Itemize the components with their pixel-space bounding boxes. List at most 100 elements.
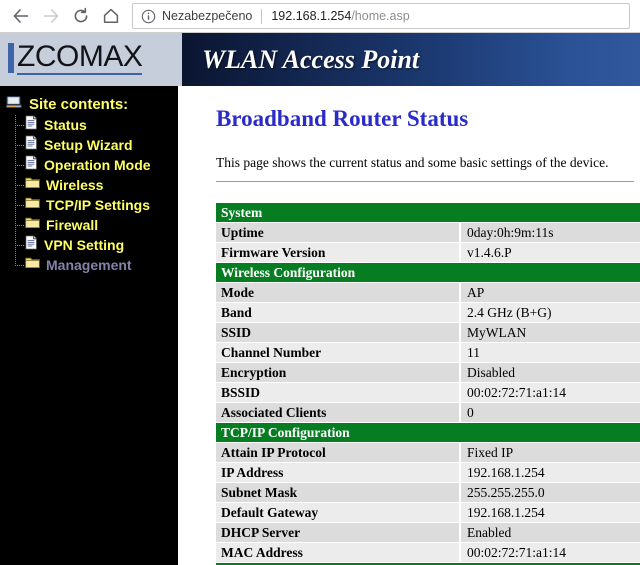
back-button[interactable] bbox=[6, 2, 36, 30]
url-path: /home.asp bbox=[351, 9, 410, 23]
row-value: AP bbox=[461, 283, 640, 303]
row-value: v1.4.6.P bbox=[461, 243, 640, 263]
row-value: Disabled bbox=[461, 363, 640, 383]
sidebar-item-label: VPN Setting bbox=[44, 237, 125, 253]
table-row: MAC Address 00:02:72:71:a1:14 bbox=[216, 543, 640, 563]
table-row: Band 2.4 GHz (B+G) bbox=[216, 303, 640, 323]
tree-elbow-line bbox=[15, 145, 24, 146]
row-value: 192.168.1.254 bbox=[461, 463, 640, 483]
row-value: 00:02:72:71:a1:14 bbox=[461, 543, 640, 563]
section-filler bbox=[461, 203, 640, 223]
row-value: 192.168.1.254 bbox=[461, 503, 640, 523]
table-row: DHCP Server Enabled bbox=[216, 523, 640, 543]
sidebar-item-firewall[interactable]: Firewall bbox=[0, 215, 178, 235]
table-row: Channel Number 11 bbox=[216, 343, 640, 363]
divider bbox=[216, 181, 634, 182]
info-circle-icon[interactable] bbox=[141, 9, 156, 24]
sidebar-item-management[interactable]: Management bbox=[0, 255, 178, 275]
sidebar-item-label: TCP/IP Settings bbox=[46, 197, 150, 213]
sidebar-item-label: Operation Mode bbox=[44, 157, 151, 173]
row-label: Subnet Mask bbox=[216, 483, 459, 503]
document-icon bbox=[25, 155, 38, 175]
reload-button[interactable] bbox=[66, 2, 96, 30]
reload-icon bbox=[72, 7, 90, 25]
folder-icon bbox=[25, 196, 40, 214]
section-label: System bbox=[216, 203, 459, 223]
table-row: Default Gateway 192.168.1.254 bbox=[216, 503, 640, 523]
table-row: Mode AP bbox=[216, 283, 640, 303]
row-label: IP Address bbox=[216, 463, 459, 483]
folder-icon bbox=[25, 216, 40, 234]
tree-elbow-line bbox=[15, 225, 24, 226]
table-row: Subnet Mask 255.255.255.0 bbox=[216, 483, 640, 503]
sidebar-item-wireless[interactable]: Wireless bbox=[0, 175, 178, 195]
document-icon bbox=[25, 115, 38, 135]
row-label: Attain IP Protocol bbox=[216, 443, 459, 463]
tree-elbow-line bbox=[15, 265, 24, 266]
section-filler bbox=[461, 263, 640, 283]
sidebar-item-label: Status bbox=[44, 117, 87, 133]
page-description: This page shows the current status and s… bbox=[216, 155, 609, 170]
row-value: Enabled bbox=[461, 523, 640, 543]
row-value: 00:02:72:71:a1:14 bbox=[461, 383, 640, 403]
row-label: Firmware Version bbox=[216, 243, 459, 263]
page-body: Site contents: Status Setup Wizard Operati… bbox=[0, 86, 640, 565]
sidebar-root: Site contents: bbox=[0, 94, 178, 115]
sidebar-item-label: Management bbox=[46, 257, 132, 273]
tree-guide-line bbox=[15, 255, 16, 265]
forward-button[interactable] bbox=[36, 2, 66, 30]
sidebar-item-status[interactable]: Status bbox=[0, 115, 178, 135]
browser-toolbar: Nezabezpečeno 192.168.1.254/home.asp bbox=[0, 0, 640, 33]
row-label: MAC Address bbox=[216, 543, 459, 563]
row-label: Associated Clients bbox=[216, 403, 459, 423]
computer-icon bbox=[5, 95, 23, 115]
table-section-header: System bbox=[216, 203, 640, 223]
row-value: Fixed IP bbox=[461, 443, 640, 463]
row-label: BSSID bbox=[216, 383, 459, 403]
table-row: Encryption Disabled bbox=[216, 363, 640, 383]
url-host: 192.168.1.254 bbox=[271, 9, 352, 23]
banner: WLAN Access Point bbox=[178, 33, 640, 86]
row-label: DHCP Server bbox=[216, 523, 459, 543]
main-content: Broadband Router Status This page shows … bbox=[178, 86, 640, 565]
sidebar-nav: Site contents: Status Setup Wizard Operati… bbox=[0, 86, 178, 565]
sidebar-item-label: Firewall bbox=[46, 217, 99, 233]
table-section-header: Wireless Configuration bbox=[216, 263, 640, 283]
table-row: Attain IP Protocol Fixed IP bbox=[216, 443, 640, 463]
tree-elbow-line bbox=[15, 165, 24, 166]
sidebar-item-vpn-setting[interactable]: VPN Setting bbox=[0, 235, 178, 255]
logo-text: ZCOMAX bbox=[17, 40, 143, 75]
sidebar-item-setup-wizard[interactable]: Setup Wizard bbox=[0, 135, 178, 155]
banner-title: WLAN Access Point bbox=[202, 44, 420, 74]
site-header: ZCOMAX WLAN Access Point bbox=[0, 33, 640, 86]
app-root: Nezabezpečeno 192.168.1.254/home.asp ZCO… bbox=[0, 0, 640, 565]
row-value: 255.255.255.0 bbox=[461, 483, 640, 503]
brand-logo: ZCOMAX bbox=[0, 33, 178, 86]
sidebar-item-label: Setup Wizard bbox=[44, 137, 133, 153]
row-label: Band bbox=[216, 303, 459, 323]
row-value: 11 bbox=[461, 343, 640, 363]
tree-elbow-line bbox=[15, 245, 24, 246]
home-button[interactable] bbox=[96, 2, 126, 30]
sidebar-item-operation-mode[interactable]: Operation Mode bbox=[0, 155, 178, 175]
status-table: System Uptime 0day:0h:9m:11s Firmware Versi… bbox=[216, 203, 640, 565]
table-row: Uptime 0day:0h:9m:11s bbox=[216, 223, 640, 243]
sidebar-item-tcp-ip-settings[interactable]: TCP/IP Settings bbox=[0, 195, 178, 215]
table-row: IP Address 192.168.1.254 bbox=[216, 463, 640, 483]
row-label: Channel Number bbox=[216, 343, 459, 363]
sidebar-root-label: Site contents: bbox=[29, 96, 129, 113]
section-label: TCP/IP Configuration bbox=[216, 423, 459, 443]
row-label: Uptime bbox=[216, 223, 459, 243]
page-title: Broadband Router Status bbox=[216, 106, 469, 131]
row-value: 2.4 GHz (B+G) bbox=[461, 303, 640, 323]
tree-elbow-line bbox=[15, 125, 24, 126]
address-bar[interactable]: Nezabezpečeno 192.168.1.254/home.asp bbox=[132, 3, 630, 29]
logo-accent-bar bbox=[8, 43, 14, 73]
table-section-header: TCP/IP Configuration bbox=[216, 423, 640, 443]
row-label: Default Gateway bbox=[216, 503, 459, 523]
row-value: MyWLAN bbox=[461, 323, 640, 343]
section-label: Wireless Configuration bbox=[216, 263, 459, 283]
section-filler bbox=[461, 423, 640, 443]
omnibox-divider bbox=[261, 8, 263, 24]
table-row: Firmware Version v1.4.6.P bbox=[216, 243, 640, 263]
